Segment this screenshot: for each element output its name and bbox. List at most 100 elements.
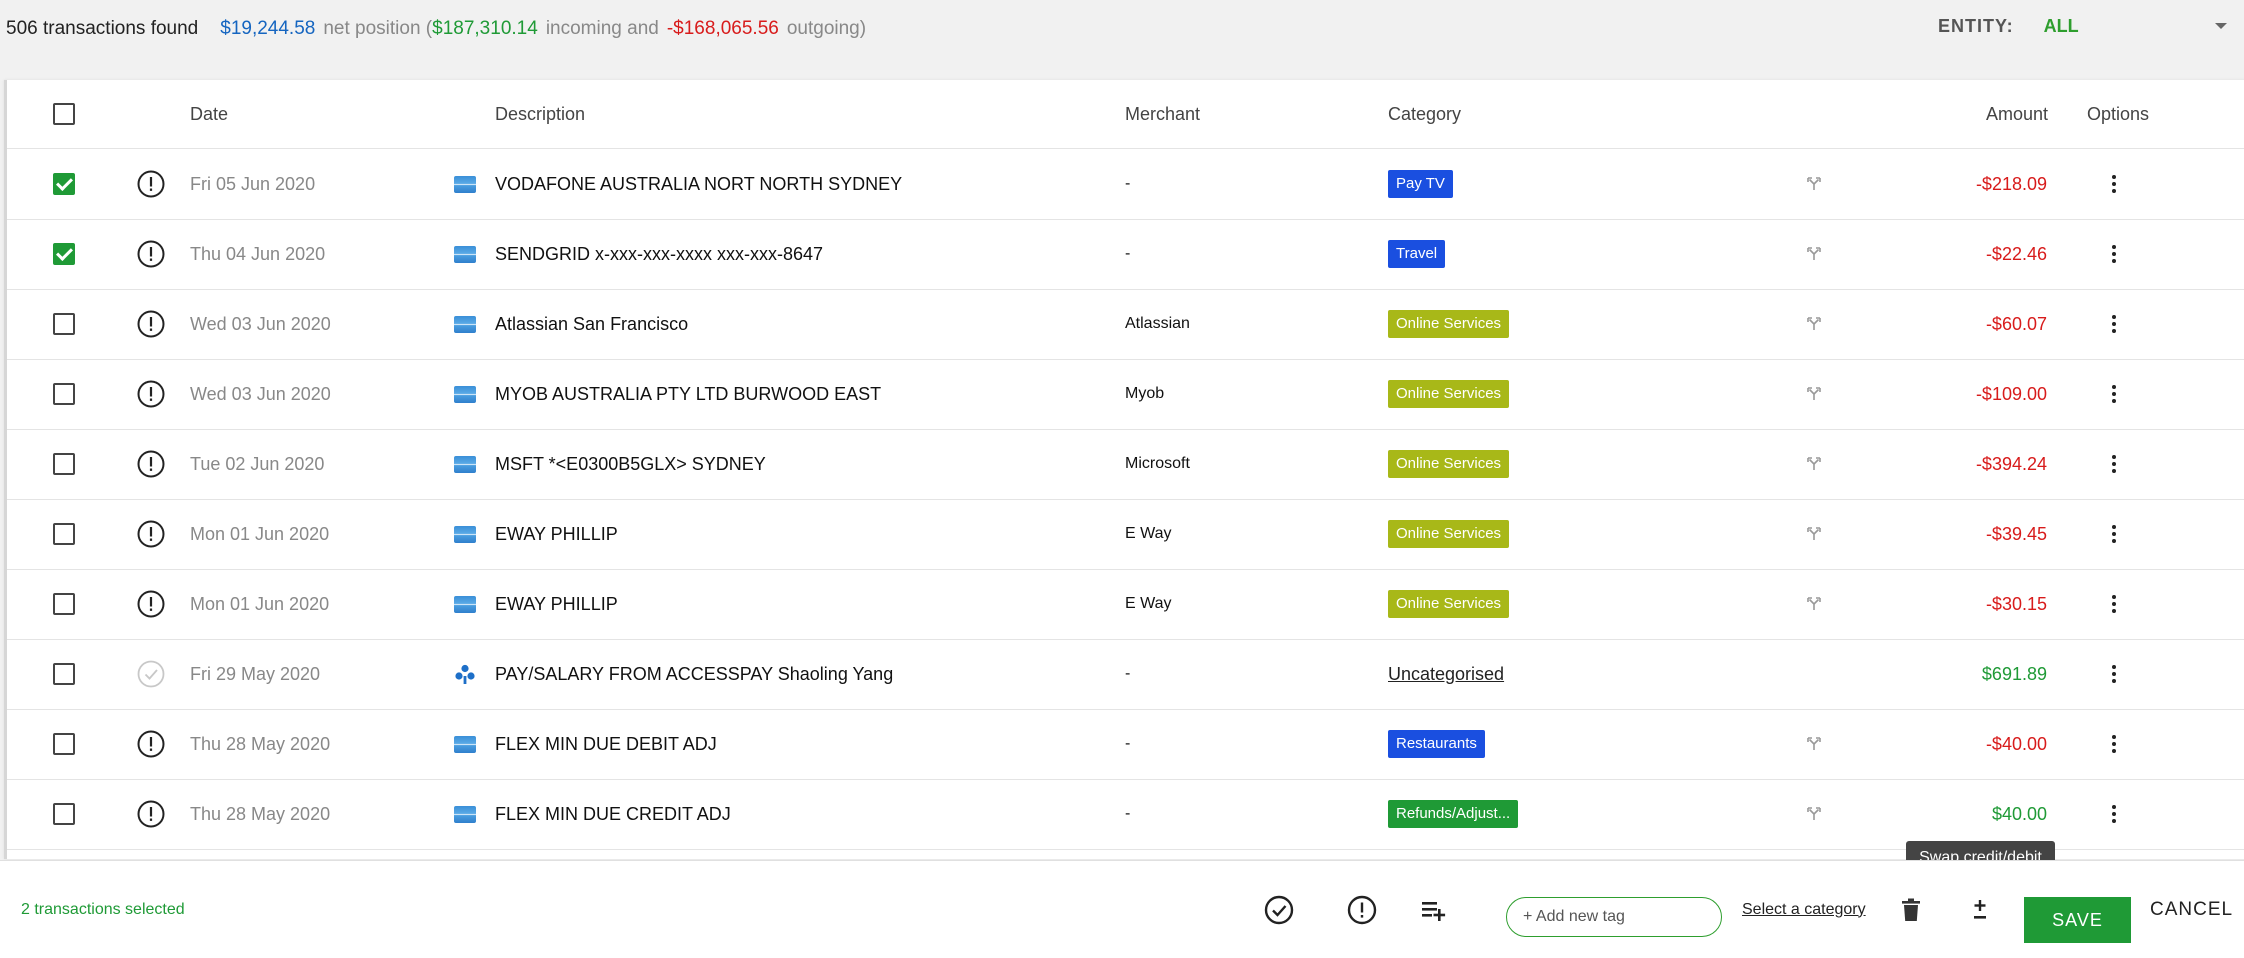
row-checkbox[interactable] [53,173,75,195]
transaction-category[interactable]: Uncategorised [1388,639,1504,709]
transaction-category[interactable]: Travel [1388,219,1446,289]
row-options-button[interactable] [2109,359,2119,429]
save-button[interactable]: SAVE [2024,897,2131,943]
cancel-button[interactable]: CANCEL [2150,861,2233,958]
row-options-button[interactable] [2109,219,2119,289]
row-options-button[interactable] [2109,569,2119,639]
entity-selector[interactable]: ENTITY: ALL [1938,14,2227,38]
table-row[interactable]: Wed 03 Jun 2020 Atlassian San Francisco At… [7,289,2244,360]
row-checkbox[interactable] [53,313,75,335]
table-row[interactable]: Thu 04 Jun 2020 SENDGRID x-xxx-xxx-xxxx x… [7,219,2244,290]
select-all-checkbox[interactable] [53,103,75,125]
transaction-category[interactable]: Pay TV [1388,149,1453,219]
more-vertical-icon[interactable] [2109,385,2119,403]
transaction-category[interactable]: Online Services [1388,429,1510,499]
category-tag[interactable]: Pay TV [1388,170,1453,198]
mark-unreviewed-button[interactable] [1346,861,1378,958]
date-column-header[interactable]: Date [190,80,228,148]
more-vertical-icon[interactable] [2109,175,2119,193]
description-column-header[interactable]: Description [495,80,585,148]
transaction-category[interactable]: Online Services [1388,359,1510,429]
row-options-button[interactable] [2109,639,2119,709]
category-tag[interactable]: Refunds/Adjust... [1388,800,1519,828]
table-row[interactable]: Tue 02 Jun 2020 MSFT *<E0300B5GLX> SYDNEY… [7,429,2244,500]
more-vertical-icon[interactable] [2109,525,2119,543]
more-vertical-icon[interactable] [2109,315,2119,333]
add-to-list-button[interactable] [1420,861,1448,958]
split-icon[interactable] [1807,807,1821,821]
transaction-category[interactable]: Restaurants [1388,709,1485,779]
split-icon[interactable] [1807,177,1821,191]
merchant-column-header[interactable]: Merchant [1125,80,1200,148]
category-tag[interactable]: Restaurants [1388,730,1485,758]
row-options-button[interactable] [2109,429,2119,499]
table-row[interactable]: Fri 29 May 2020 PAY/SALARY FROM ACCESSPAY… [7,639,2244,710]
select-category-link[interactable]: Select a category [1742,861,1866,958]
review-status[interactable] [136,429,166,499]
account-icon [454,779,476,849]
row-checkbox[interactable] [53,523,75,545]
review-status[interactable] [136,359,166,429]
more-vertical-icon[interactable] [2109,455,2119,473]
row-options-button[interactable] [2109,499,2119,569]
category-link[interactable]: Uncategorised [1388,665,1504,683]
entity-value[interactable]: ALL [2044,16,2079,37]
table-row[interactable]: Thu 28 May 2020 FLEX MIN DUE DEBIT ADJ - Re… [7,709,2244,780]
table-row[interactable]: Mon 01 Jun 2020 EWAY PHILLIP E Way Online S… [7,569,2244,640]
account-icon [454,709,476,779]
category-tag[interactable]: Online Services [1388,380,1510,408]
row-checkbox[interactable] [53,453,75,475]
transaction-category[interactable]: Online Services [1388,289,1510,359]
category-tag[interactable]: Online Services [1388,590,1510,618]
add-tag-input[interactable] [1506,897,1722,937]
transaction-category[interactable]: Refunds/Adjust... [1388,779,1519,849]
split-icon[interactable] [1807,527,1821,541]
amount-column-header[interactable]: Amount [1986,80,2048,148]
row-checkbox[interactable] [53,803,75,825]
table-row[interactable]: Wed 03 Jun 2020 MYOB AUSTRALIA PTY LTD BU… [7,359,2244,430]
table-row[interactable]: Mon 01 Jun 2020 EWAY PHILLIP E Way Online S… [7,499,2244,570]
more-vertical-icon[interactable] [2109,735,2119,753]
more-vertical-icon[interactable] [2109,245,2119,263]
row-checkbox[interactable] [53,733,75,755]
mark-reviewed-button[interactable] [1263,861,1295,958]
more-vertical-icon[interactable] [2109,665,2119,683]
split-icon[interactable] [1807,737,1821,751]
category-tag[interactable]: Online Services [1388,520,1510,548]
review-status[interactable] [136,289,166,359]
row-options-button[interactable] [2109,709,2119,779]
split-icon[interactable] [1807,387,1821,401]
transaction-category[interactable]: Online Services [1388,499,1510,569]
category-tag[interactable]: Online Services [1388,310,1510,338]
category-tag[interactable]: Online Services [1388,450,1510,478]
review-status[interactable] [136,709,166,779]
row-checkbox[interactable] [53,243,75,265]
row-options-button[interactable] [2109,149,2119,219]
row-options-button[interactable] [2109,779,2119,849]
row-checkbox[interactable] [53,383,75,405]
review-status[interactable] [136,569,166,639]
transaction-category[interactable]: Online Services [1388,569,1510,639]
row-checkbox[interactable] [53,593,75,615]
split-icon[interactable] [1807,597,1821,611]
split-icon[interactable] [1807,247,1821,261]
category-column-header[interactable]: Category [1388,80,1461,148]
swap-credit-debit-button[interactable] [1970,861,1990,958]
table-row[interactable]: Fri 05 Jun 2020 VODAFONE AUSTRALIA NORT N… [7,149,2244,220]
delete-button[interactable] [1901,861,1921,958]
row-select-cell [53,569,75,639]
table-row[interactable]: Thu 28 May 2020 FLEX MIN DUE CREDIT ADJ - R… [7,779,2244,850]
category-tag[interactable]: Travel [1388,240,1446,268]
review-status[interactable] [136,499,166,569]
more-vertical-icon[interactable] [2109,805,2119,823]
review-status[interactable] [136,779,166,849]
split-icon[interactable] [1807,457,1821,471]
chevron-down-icon[interactable] [2215,23,2227,29]
split-icon[interactable] [1807,317,1821,331]
row-options-button[interactable] [2109,289,2119,359]
review-status[interactable] [136,639,166,709]
review-status[interactable] [136,149,166,219]
more-vertical-icon[interactable] [2109,595,2119,613]
row-checkbox[interactable] [53,663,75,685]
review-status[interactable] [136,219,166,289]
